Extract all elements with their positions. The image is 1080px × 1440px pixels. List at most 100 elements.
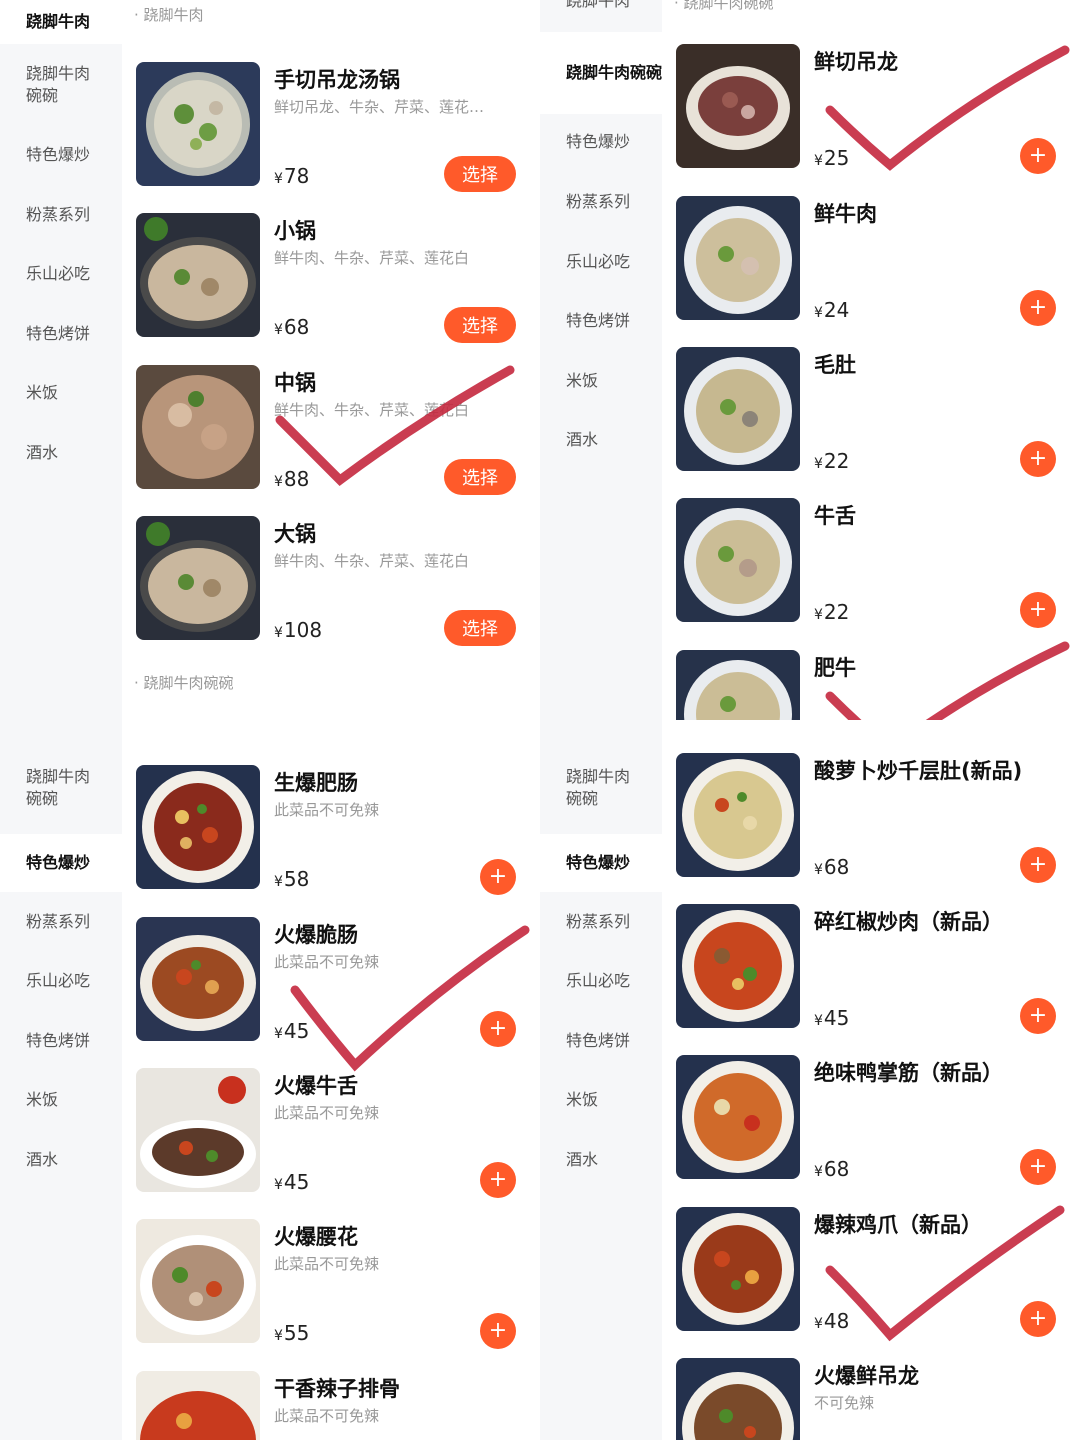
dish-name: 生爆肥肠 xyxy=(274,771,358,795)
sidebar-item-beef-bowls[interactable]: 跷脚牛肉碗碗 xyxy=(540,32,662,114)
category-sidebar: 跷脚牛肉 跷脚牛肉碗碗 特色爆炒 粉蒸系列 乐山必吃 特色烤饼 米饭 酒水 xyxy=(540,0,662,720)
sidebar-item-qiaojiao-beef[interactable]: 跷脚牛肉 xyxy=(540,0,662,12)
dish-photo xyxy=(676,753,800,877)
add-button[interactable]: + xyxy=(1020,1149,1056,1185)
dish-price: ¥68 xyxy=(814,855,849,879)
add-button[interactable]: + xyxy=(480,859,516,895)
plus-icon: + xyxy=(488,1318,508,1343)
plus-icon: + xyxy=(1028,1154,1048,1179)
dish-description: 鲜切吊龙、牛杂、芹菜、莲花… xyxy=(274,98,485,116)
sidebar-item-pancakes[interactable]: 特色烤饼 xyxy=(0,319,122,349)
dish-name: 火爆腰花 xyxy=(274,1225,358,1249)
dish-price: ¥78 xyxy=(274,164,309,188)
price-value: 68 xyxy=(823,855,850,879)
yen-symbol: ¥ xyxy=(814,153,823,169)
price-value: 68 xyxy=(283,315,310,339)
dish-photo xyxy=(676,1055,800,1179)
sidebar-item-leshan-must[interactable]: 乐山必吃 xyxy=(0,966,122,996)
dish-price: ¥25 xyxy=(814,146,849,170)
sidebar-item-steamed[interactable]: 粉蒸系列 xyxy=(540,187,662,217)
sidebar-item-drinks[interactable]: 酒水 xyxy=(540,425,662,455)
plus-icon: + xyxy=(1028,597,1048,622)
yen-symbol: ¥ xyxy=(274,1026,283,1042)
price-value: 108 xyxy=(283,618,323,642)
yen-symbol: ¥ xyxy=(274,322,283,338)
sidebar-item-pancakes[interactable]: 特色烤饼 xyxy=(540,306,662,336)
add-button[interactable]: + xyxy=(1020,290,1056,326)
sidebar-item-stir-fry[interactable]: 特色爆炒 xyxy=(540,127,662,157)
plus-icon: + xyxy=(1028,1003,1048,1028)
sidebar-item-pancakes[interactable]: 特色烤饼 xyxy=(0,1026,122,1056)
sidebar-item-drinks[interactable]: 酒水 xyxy=(0,438,122,468)
dish-price: ¥55 xyxy=(274,1321,309,1345)
yen-symbol: ¥ xyxy=(814,1164,823,1180)
sidebar-item-leshan-must[interactable]: 乐山必吃 xyxy=(540,966,662,996)
add-button[interactable]: + xyxy=(1020,441,1056,477)
yen-symbol: ¥ xyxy=(814,607,823,623)
add-button[interactable]: + xyxy=(1020,847,1056,883)
dish-price: ¥22 xyxy=(814,600,849,624)
add-button[interactable]: + xyxy=(1020,138,1056,174)
dish-description: 鲜牛肉、牛杂、芹菜、莲花白 xyxy=(274,249,470,267)
dish-photo xyxy=(136,917,260,1041)
add-button[interactable]: + xyxy=(480,1313,516,1349)
sidebar-item-stir-fry[interactable]: 特色爆炒 xyxy=(540,834,662,892)
price-value: 45 xyxy=(283,1170,310,1194)
dish-name: 毛肚 xyxy=(814,353,856,377)
sidebar-item-drinks[interactable]: 酒水 xyxy=(540,1145,662,1175)
dish-name: 牛舌 xyxy=(814,504,856,528)
sidebar-item-rice[interactable]: 米饭 xyxy=(540,366,662,396)
sidebar-item-steamed[interactable]: 粉蒸系列 xyxy=(540,907,662,937)
menu-item: 干香辣子排骨 此菜品不可免辣 xyxy=(136,1371,526,1440)
dish-price: ¥45 xyxy=(274,1170,309,1194)
dish-photo xyxy=(676,904,800,1028)
dish-photo xyxy=(136,1068,260,1192)
dish-photo xyxy=(136,1219,260,1343)
sidebar-item-rice[interactable]: 米饭 xyxy=(540,1085,662,1115)
price-value: 58 xyxy=(283,867,310,891)
sidebar-item-pancakes[interactable]: 特色烤饼 xyxy=(540,1026,662,1056)
sidebar-item-beef-bowls[interactable]: 跷脚牛肉碗碗 xyxy=(0,756,100,820)
menu-item: 火爆腰花 此菜品不可免辣 ¥55 + xyxy=(136,1219,526,1349)
sidebar-item-steamed[interactable]: 粉蒸系列 xyxy=(0,200,122,230)
sidebar-item-rice[interactable]: 米饭 xyxy=(0,1085,122,1115)
dish-name: 大锅 xyxy=(274,522,316,546)
menu-item: 火爆鲜吊龙 不可免辣 xyxy=(676,1358,1066,1440)
sidebar-item-leshan-must[interactable]: 乐山必吃 xyxy=(540,247,662,277)
add-button[interactable]: + xyxy=(1020,1301,1056,1337)
sidebar-item-steamed[interactable]: 粉蒸系列 xyxy=(0,907,122,937)
dish-name: 火爆牛舌 xyxy=(274,1074,358,1098)
dish-description: 此菜品不可免辣 xyxy=(274,1407,380,1425)
sidebar-item-drinks[interactable]: 酒水 xyxy=(0,1145,122,1175)
dish-photo xyxy=(676,347,800,471)
menu-item: 火爆牛舌 此菜品不可免辣 ¥45 + xyxy=(136,1068,526,1198)
plus-icon: + xyxy=(488,1016,508,1041)
select-button[interactable]: 选择 xyxy=(444,610,516,646)
panel-beef-bowls: 跷脚牛肉 跷脚牛肉碗碗 特色爆炒 粉蒸系列 乐山必吃 特色烤饼 米饭 酒水 · … xyxy=(540,0,1080,720)
dish-description: 此菜品不可免辣 xyxy=(274,1255,380,1273)
menu-item: 牛舌 ¥22 + xyxy=(676,498,1066,628)
sidebar-item-stir-fry[interactable]: 特色爆炒 xyxy=(0,140,122,170)
add-button[interactable]: + xyxy=(480,1011,516,1047)
sidebar-item-stir-fry[interactable]: 特色爆炒 xyxy=(0,834,122,892)
select-button[interactable]: 选择 xyxy=(444,459,516,495)
plus-icon: + xyxy=(1028,295,1048,320)
price-value: 68 xyxy=(823,1157,850,1181)
panel-stir-fry-new: 跷脚牛肉碗碗 特色爆炒 粉蒸系列 乐山必吃 特色烤饼 米饭 酒水 酸萝卜炒千层肚… xyxy=(540,720,1080,1440)
select-button[interactable]: 选择 xyxy=(444,156,516,192)
select-button[interactable]: 选择 xyxy=(444,307,516,343)
sidebar-item-qiaojiao-beef[interactable]: 跷脚牛肉 xyxy=(0,0,122,44)
menu-item: 鲜牛肉 ¥24 + xyxy=(676,196,1066,326)
sidebar-item-rice[interactable]: 米饭 xyxy=(0,378,122,408)
sidebar-item-beef-bowls[interactable]: 跷脚牛肉碗碗 xyxy=(0,62,100,108)
add-button[interactable]: + xyxy=(1020,998,1056,1034)
yen-symbol: ¥ xyxy=(274,625,283,641)
price-value: 45 xyxy=(283,1019,310,1043)
add-button[interactable]: + xyxy=(480,1162,516,1198)
sidebar-item-beef-bowls[interactable]: 跷脚牛肉碗碗 xyxy=(540,756,640,820)
yen-symbol: ¥ xyxy=(274,1177,283,1193)
sidebar-item-leshan-must[interactable]: 乐山必吃 xyxy=(0,259,122,289)
dish-name: 肥牛 xyxy=(814,656,856,680)
plus-icon: + xyxy=(1028,143,1048,168)
add-button[interactable]: + xyxy=(1020,592,1056,628)
